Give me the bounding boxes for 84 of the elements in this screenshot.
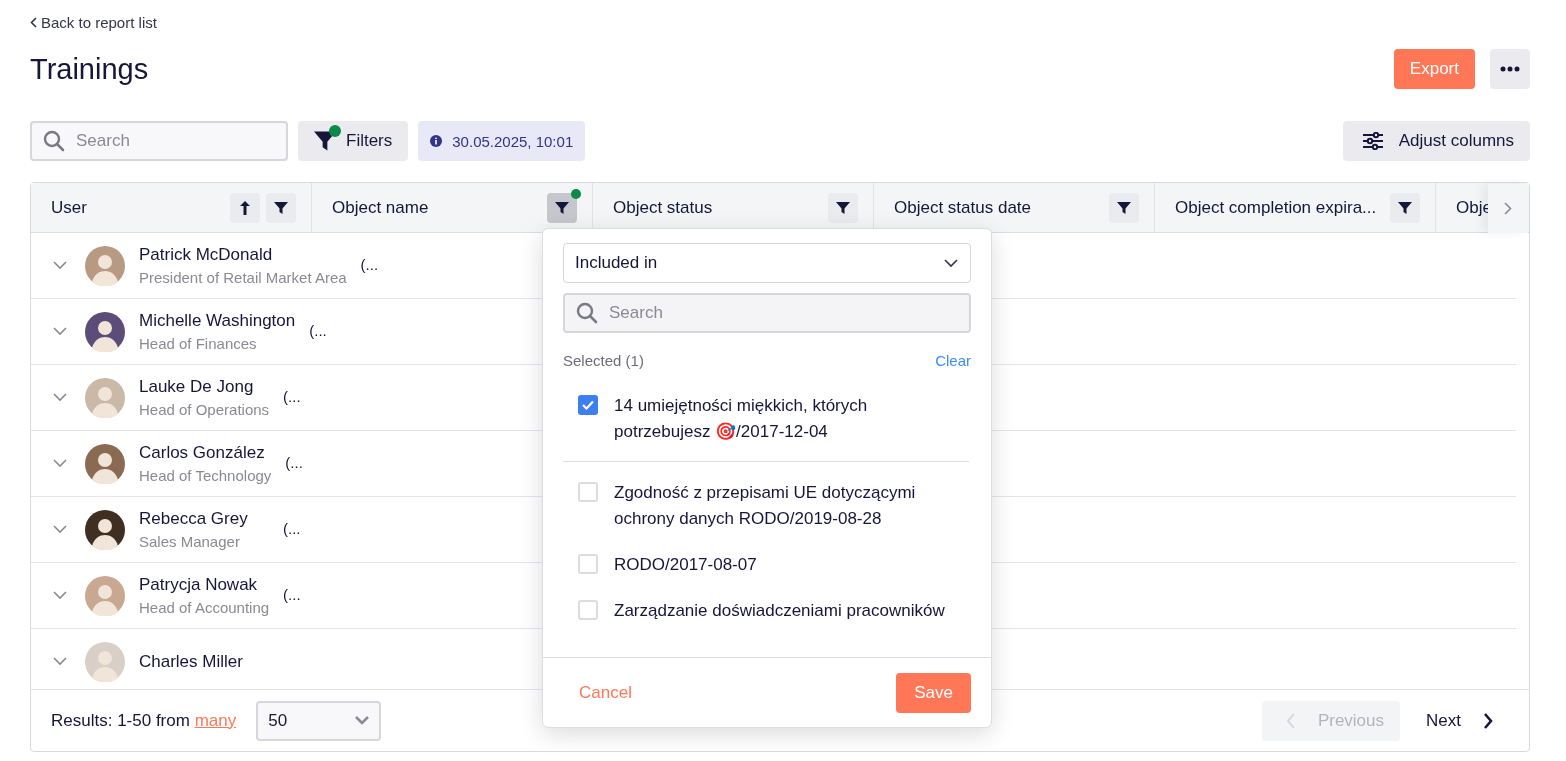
user-name: Charles Miller <box>139 651 244 672</box>
object-name-cell: (... <box>285 454 303 471</box>
column-header[interactable]: Object name <box>332 197 429 218</box>
user-role: Sales Manager <box>139 533 241 550</box>
expand-chevron-icon[interactable] <box>53 591 67 600</box>
user-name: Patrycja Nowak <box>139 575 259 595</box>
avatar-icon <box>85 311 125 352</box>
filter-icon <box>1117 200 1131 215</box>
filter-button[interactable] <box>1109 192 1139 223</box>
object-name-cell: (... <box>283 520 301 537</box>
timestamp-badge: 30.05.2025, 10:01 <box>418 121 586 161</box>
column-header[interactable]: Object status date <box>894 197 1032 218</box>
search-icon <box>43 130 65 152</box>
avatar-icon <box>85 641 125 682</box>
filter-button[interactable] <box>828 192 858 223</box>
filter-icon <box>1398 200 1412 215</box>
filter-button[interactable] <box>266 192 296 223</box>
back-link[interactable]: Back to report list <box>30 12 1530 32</box>
user-role: President of Retail Market Area <box>139 269 347 286</box>
object-name-cell: (... <box>283 388 301 405</box>
expand-chevron-icon[interactable] <box>53 261 67 270</box>
checkbox[interactable] <box>578 395 598 415</box>
more-button[interactable] <box>1490 49 1530 89</box>
expand-chevron-icon[interactable] <box>53 327 67 336</box>
user-name: Patrick McDonald <box>139 245 274 265</box>
next-button[interactable]: Next <box>1416 700 1509 741</box>
option-label[interactable]: Zarządzanie doświadczeniami pracowników <box>614 598 945 624</box>
option-label[interactable]: Zgodność z przepisami UE dotyczącymi ochrony danych RODO/2019-08-28 <box>614 480 956 532</box>
expand-chevron-icon[interactable] <box>53 657 67 666</box>
user-name: Carlos González <box>139 443 266 463</box>
column-header[interactable]: Object status <box>613 197 713 218</box>
user-role: Head of Finances <box>139 335 258 352</box>
sliders-icon <box>1362 132 1383 150</box>
object-name-cell: (... <box>360 256 379 273</box>
chevron-left-icon <box>30 16 37 28</box>
chevron-down-icon <box>944 258 958 268</box>
filter-icon <box>555 200 569 215</box>
column-header[interactable]: User <box>51 197 87 218</box>
user-role: Head of Operations <box>139 401 270 418</box>
popover-search-field[interactable]: Search <box>563 293 971 333</box>
filter-icon <box>274 200 288 215</box>
chevron-right-icon <box>1483 712 1493 729</box>
search-icon <box>576 302 598 324</box>
info-icon <box>430 135 443 147</box>
object-name-cell: (... <box>283 586 301 603</box>
user-role: Head of Technology <box>139 467 272 484</box>
column-header[interactable]: Object completion expira... <box>1175 197 1377 218</box>
condition-dropdown[interactable]: Included in <box>563 243 971 283</box>
expand-chevron-icon[interactable] <box>53 459 67 468</box>
checkbox[interactable] <box>578 554 598 574</box>
user-name: Michelle Washington <box>139 311 296 331</box>
expand-chevron-icon[interactable] <box>53 525 67 534</box>
expand-chevron-icon[interactable] <box>53 393 67 402</box>
page-title: Trainings <box>30 52 149 86</box>
option-label[interactable]: RODO/2017-08-07 <box>614 552 757 578</box>
avatar-icon <box>85 443 125 484</box>
object-name-cell: (... <box>309 322 327 339</box>
check-icon <box>582 400 594 410</box>
user-role: Head of Accounting <box>139 599 270 616</box>
chevron-right-icon <box>1504 202 1512 215</box>
checkbox[interactable] <box>578 482 598 502</box>
avatar-icon <box>85 377 125 418</box>
avatar-icon <box>85 245 125 286</box>
selected-count: Selected (1) <box>563 352 644 369</box>
user-name: Rebecca Grey <box>139 509 249 529</box>
filter-button[interactable] <box>1390 192 1420 223</box>
checkbox[interactable] <box>578 600 598 620</box>
filter-icon <box>836 200 850 215</box>
chevron-down-icon <box>355 716 370 725</box>
chevron-left-icon <box>1285 712 1296 729</box>
adjust-columns-button[interactable]: Adjust columns <box>1342 121 1530 161</box>
search-field[interactable]: Search <box>30 121 288 161</box>
avatar-icon <box>85 509 125 550</box>
sort-button[interactable] <box>230 192 260 223</box>
filters-button[interactable]: Filters <box>298 121 409 161</box>
arrow-up-icon <box>240 200 250 215</box>
active-dot-icon <box>329 125 341 137</box>
avatar-icon <box>85 575 125 616</box>
user-name: Lauke De Jong <box>139 377 255 397</box>
page-size-select[interactable]: 50 <box>256 700 382 741</box>
more-icon <box>1500 66 1520 72</box>
active-dot-icon <box>571 188 581 199</box>
results-text: Results: 1-50 from many <box>51 710 237 731</box>
option-label[interactable]: 14 umiejętności miękkich, których potrzebujesz 🎯/2017-12-04 <box>614 393 956 445</box>
